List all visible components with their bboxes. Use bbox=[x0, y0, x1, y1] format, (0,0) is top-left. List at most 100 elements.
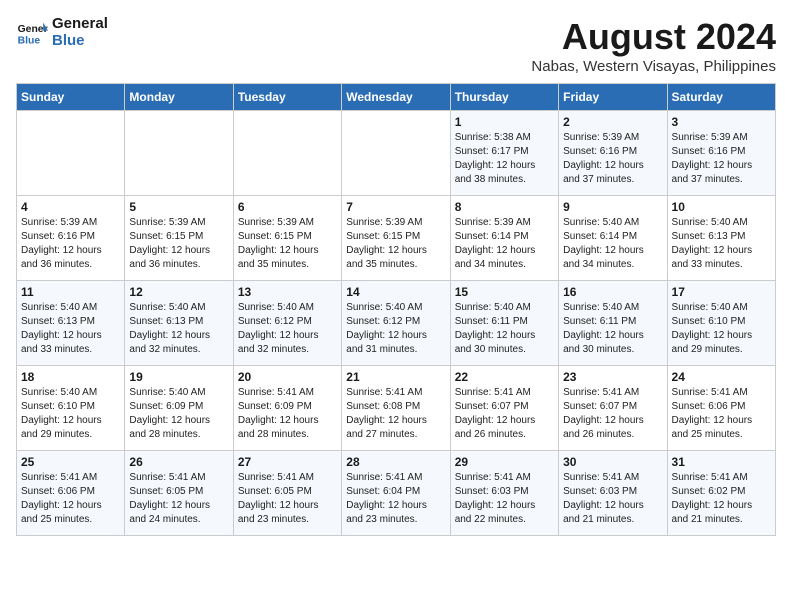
day-number: 17 bbox=[672, 285, 771, 299]
day-info: Sunrise: 5:40 AM Sunset: 6:14 PM Dayligh… bbox=[563, 216, 662, 272]
logo-icon: General Blue bbox=[16, 19, 48, 47]
week-row-3: 11 Sunrise: 5:40 AM Sunset: 6:13 PM Dayli… bbox=[17, 281, 776, 366]
day-number: 11 bbox=[21, 285, 120, 299]
day-info: Sunrise: 5:40 AM Sunset: 6:11 PM Dayligh… bbox=[455, 301, 554, 357]
day-number: 16 bbox=[563, 285, 662, 299]
day-number: 19 bbox=[129, 370, 228, 384]
main-title: August 2024 bbox=[531, 16, 776, 58]
day-info: Sunrise: 5:40 AM Sunset: 6:13 PM Dayligh… bbox=[672, 216, 771, 272]
day-info: Sunrise: 5:41 AM Sunset: 6:06 PM Dayligh… bbox=[672, 386, 771, 442]
calendar-cell: 16 Sunrise: 5:40 AM Sunset: 6:11 PM Dayli… bbox=[559, 281, 667, 366]
day-info: Sunrise: 5:40 AM Sunset: 6:12 PM Dayligh… bbox=[238, 301, 337, 357]
day-info: Sunrise: 5:41 AM Sunset: 6:07 PM Dayligh… bbox=[455, 386, 554, 442]
day-number: 7 bbox=[346, 200, 445, 214]
logo: General Blue General Blue bbox=[16, 16, 108, 49]
day-number: 25 bbox=[21, 455, 120, 469]
header-cell-wednesday: Wednesday bbox=[342, 84, 450, 111]
day-number: 4 bbox=[21, 200, 120, 214]
calendar-body: 1 Sunrise: 5:38 AM Sunset: 6:17 PM Daylig… bbox=[17, 111, 776, 536]
day-number: 18 bbox=[21, 370, 120, 384]
calendar-cell: 31 Sunrise: 5:41 AM Sunset: 6:02 PM Dayli… bbox=[667, 451, 775, 536]
day-info: Sunrise: 5:40 AM Sunset: 6:12 PM Dayligh… bbox=[346, 301, 445, 357]
day-number: 29 bbox=[455, 455, 554, 469]
subtitle: Nabas, Western Visayas, Philippines bbox=[531, 58, 776, 75]
calendar-cell: 17 Sunrise: 5:40 AM Sunset: 6:10 PM Dayli… bbox=[667, 281, 775, 366]
day-number: 9 bbox=[563, 200, 662, 214]
calendar-cell: 25 Sunrise: 5:41 AM Sunset: 6:06 PM Dayli… bbox=[17, 451, 125, 536]
day-info: Sunrise: 5:41 AM Sunset: 6:03 PM Dayligh… bbox=[455, 471, 554, 527]
week-row-2: 4 Sunrise: 5:39 AM Sunset: 6:16 PM Daylig… bbox=[17, 196, 776, 281]
week-row-4: 18Sunrise: 5:40 AM Sunset: 6:10 PM Dayli… bbox=[17, 366, 776, 451]
week-row-1: 1 Sunrise: 5:38 AM Sunset: 6:17 PM Daylig… bbox=[17, 111, 776, 196]
week-row-5: 25 Sunrise: 5:41 AM Sunset: 6:06 PM Dayli… bbox=[17, 451, 776, 536]
day-info: Sunrise: 5:39 AM Sunset: 6:14 PM Dayligh… bbox=[455, 216, 554, 272]
header-cell-friday: Friday bbox=[559, 84, 667, 111]
day-number: 28 bbox=[346, 455, 445, 469]
day-info: Sunrise: 5:39 AM Sunset: 6:15 PM Dayligh… bbox=[238, 216, 337, 272]
day-info: Sunrise: 5:40 AM Sunset: 6:13 PM Dayligh… bbox=[21, 301, 120, 357]
calendar-cell: 21Sunrise: 5:41 AM Sunset: 6:08 PM Dayli… bbox=[342, 366, 450, 451]
day-number: 31 bbox=[672, 455, 771, 469]
calendar-cell: 28 Sunrise: 5:41 AM Sunset: 6:04 PM Dayli… bbox=[342, 451, 450, 536]
day-number: 26 bbox=[129, 455, 228, 469]
day-number: 27 bbox=[238, 455, 337, 469]
day-number: 24 bbox=[672, 370, 771, 384]
day-number: 10 bbox=[672, 200, 771, 214]
calendar-cell: 20Sunrise: 5:41 AM Sunset: 6:09 PM Dayli… bbox=[233, 366, 341, 451]
day-info: Sunrise: 5:39 AM Sunset: 6:16 PM Dayligh… bbox=[672, 131, 771, 187]
calendar-cell: 6 Sunrise: 5:39 AM Sunset: 6:15 PM Daylig… bbox=[233, 196, 341, 281]
logo-line2: Blue bbox=[52, 33, 108, 50]
calendar-cell: 14Sunrise: 5:40 AM Sunset: 6:12 PM Dayli… bbox=[342, 281, 450, 366]
header-cell-tuesday: Tuesday bbox=[233, 84, 341, 111]
day-info: Sunrise: 5:41 AM Sunset: 6:04 PM Dayligh… bbox=[346, 471, 445, 527]
day-number: 30 bbox=[563, 455, 662, 469]
calendar-cell: 30 Sunrise: 5:41 AM Sunset: 6:03 PM Dayli… bbox=[559, 451, 667, 536]
calendar-cell: 3Sunrise: 5:39 AM Sunset: 6:16 PM Daylig… bbox=[667, 111, 775, 196]
day-number: 6 bbox=[238, 200, 337, 214]
day-info: Sunrise: 5:41 AM Sunset: 6:06 PM Dayligh… bbox=[21, 471, 120, 527]
calendar-cell: 11 Sunrise: 5:40 AM Sunset: 6:13 PM Dayli… bbox=[17, 281, 125, 366]
calendar-cell: 23Sunrise: 5:41 AM Sunset: 6:07 PM Dayli… bbox=[559, 366, 667, 451]
day-info: Sunrise: 5:41 AM Sunset: 6:07 PM Dayligh… bbox=[563, 386, 662, 442]
day-info: Sunrise: 5:40 AM Sunset: 6:11 PM Dayligh… bbox=[563, 301, 662, 357]
day-info: Sunrise: 5:40 AM Sunset: 6:10 PM Dayligh… bbox=[672, 301, 771, 357]
calendar-cell: 5Sunrise: 5:39 AM Sunset: 6:15 PM Daylig… bbox=[125, 196, 233, 281]
day-info: Sunrise: 5:41 AM Sunset: 6:03 PM Dayligh… bbox=[563, 471, 662, 527]
logo-line1: General bbox=[52, 16, 108, 33]
day-number: 22 bbox=[455, 370, 554, 384]
calendar-cell bbox=[125, 111, 233, 196]
calendar-cell: 8 Sunrise: 5:39 AM Sunset: 6:14 PM Daylig… bbox=[450, 196, 558, 281]
day-info: Sunrise: 5:41 AM Sunset: 6:05 PM Dayligh… bbox=[129, 471, 228, 527]
day-number: 13 bbox=[238, 285, 337, 299]
calendar-cell: 27 Sunrise: 5:41 AM Sunset: 6:05 PM Dayli… bbox=[233, 451, 341, 536]
day-info: Sunrise: 5:40 AM Sunset: 6:13 PM Dayligh… bbox=[129, 301, 228, 357]
day-number: 1 bbox=[455, 115, 554, 129]
day-info: Sunrise: 5:39 AM Sunset: 6:16 PM Dayligh… bbox=[21, 216, 120, 272]
day-info: Sunrise: 5:41 AM Sunset: 6:09 PM Dayligh… bbox=[238, 386, 337, 442]
header-cell-sunday: Sunday bbox=[17, 84, 125, 111]
title-section: August 2024 Nabas, Western Visayas, Phil… bbox=[531, 16, 776, 75]
day-info: Sunrise: 5:39 AM Sunset: 6:15 PM Dayligh… bbox=[129, 216, 228, 272]
calendar-cell: 13 Sunrise: 5:40 AM Sunset: 6:12 PM Dayli… bbox=[233, 281, 341, 366]
day-info: Sunrise: 5:41 AM Sunset: 6:05 PM Dayligh… bbox=[238, 471, 337, 527]
calendar-cell bbox=[17, 111, 125, 196]
calendar-cell: 4 Sunrise: 5:39 AM Sunset: 6:16 PM Daylig… bbox=[17, 196, 125, 281]
header-cell-thursday: Thursday bbox=[450, 84, 558, 111]
calendar-cell: 18Sunrise: 5:40 AM Sunset: 6:10 PM Dayli… bbox=[17, 366, 125, 451]
day-info: Sunrise: 5:39 AM Sunset: 6:15 PM Dayligh… bbox=[346, 216, 445, 272]
calendar-header: SundayMondayTuesdayWednesdayThursdayFrid… bbox=[17, 84, 776, 111]
day-info: Sunrise: 5:40 AM Sunset: 6:09 PM Dayligh… bbox=[129, 386, 228, 442]
svg-text:Blue: Blue bbox=[18, 35, 41, 46]
day-number: 8 bbox=[455, 200, 554, 214]
day-number: 12 bbox=[129, 285, 228, 299]
header-row: SundayMondayTuesdayWednesdayThursdayFrid… bbox=[17, 84, 776, 111]
calendar-cell: 29 Sunrise: 5:41 AM Sunset: 6:03 PM Dayli… bbox=[450, 451, 558, 536]
day-info: Sunrise: 5:41 AM Sunset: 6:02 PM Dayligh… bbox=[672, 471, 771, 527]
calendar-cell bbox=[342, 111, 450, 196]
day-info: Sunrise: 5:41 AM Sunset: 6:08 PM Dayligh… bbox=[346, 386, 445, 442]
calendar-cell: 15Sunrise: 5:40 AM Sunset: 6:11 PM Dayli… bbox=[450, 281, 558, 366]
calendar-cell bbox=[233, 111, 341, 196]
day-info: Sunrise: 5:38 AM Sunset: 6:17 PM Dayligh… bbox=[455, 131, 554, 187]
calendar-cell: 26 Sunrise: 5:41 AM Sunset: 6:05 PM Dayli… bbox=[125, 451, 233, 536]
day-number: 2 bbox=[563, 115, 662, 129]
